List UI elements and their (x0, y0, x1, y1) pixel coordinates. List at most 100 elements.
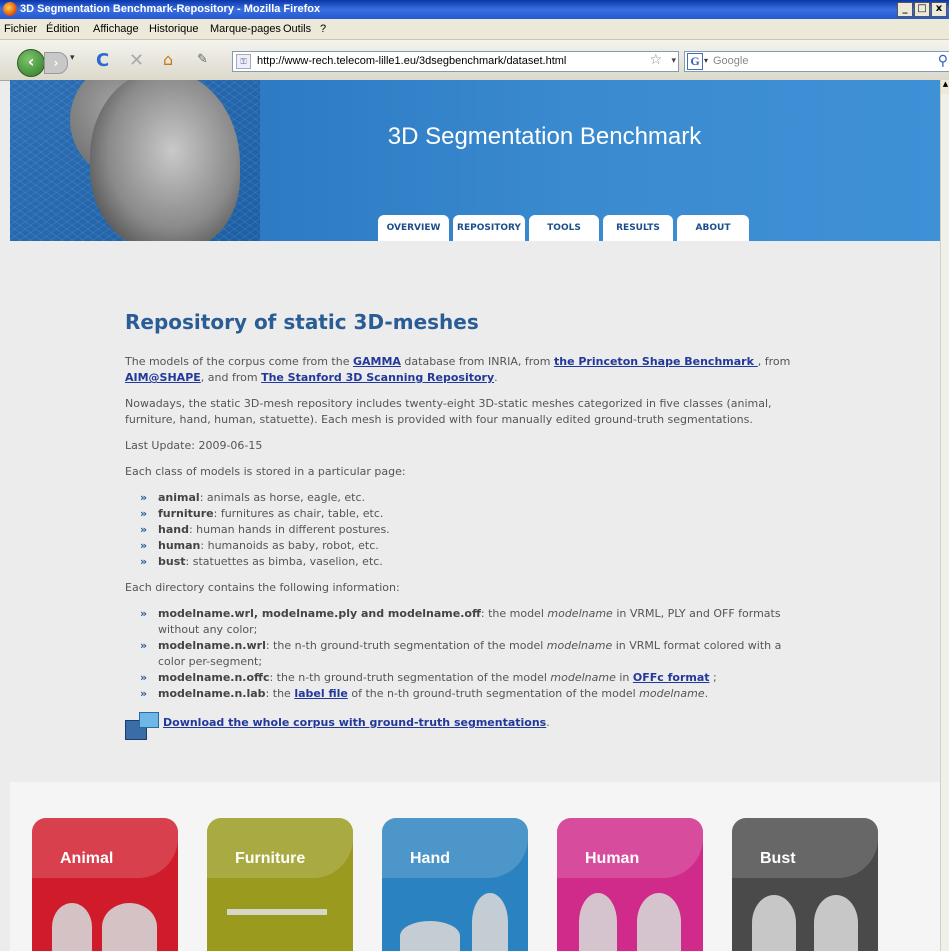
search-input[interactable]: Google (713, 55, 748, 67)
bunny-figure (52, 903, 92, 951)
card-hand[interactable]: Hand (382, 818, 528, 951)
item-italic: modelname (547, 607, 613, 620)
forward-button[interactable]: › (44, 52, 68, 74)
class-desc: : human hands in different postures. (188, 523, 390, 536)
menu-edition[interactable]: Édition (46, 23, 80, 35)
minimize-button[interactable]: _ (897, 2, 913, 17)
file-name: modelname.wrl, modelname.ply and modelna… (158, 607, 481, 620)
address-bar[interactable]: ⚿ http://www-rech.telecom-lille1.eu/3dse… (232, 51, 679, 72)
tab-about[interactable]: ABOUT (677, 215, 749, 241)
card-label: Hand (410, 850, 450, 867)
url-dropdown-icon[interactable]: ▾ (671, 56, 676, 66)
card-furniture[interactable]: Furniture (207, 818, 353, 951)
download-icon[interactable] (125, 712, 159, 740)
maximize-button[interactable]: □ (914, 2, 930, 17)
site-identity-icon[interactable]: ⚿ (236, 54, 251, 69)
class-name: hand (158, 523, 189, 536)
intro-text: , from (757, 355, 791, 368)
bullet-icon: » (140, 539, 148, 552)
card-highlight (382, 818, 528, 878)
download-row: Download the whole corpus with ground-tr… (125, 712, 805, 740)
page-title: Repository of static 3D-meshes (125, 310, 479, 334)
tab-overview[interactable]: OVERVIEW (378, 215, 449, 241)
bullet-icon: » (140, 555, 148, 568)
search-engine-dropdown-icon[interactable]: ▾ (704, 56, 708, 65)
history-dropdown-icon[interactable]: ▾ (70, 53, 75, 63)
bookmark-icon[interactable]: ✎ (197, 52, 208, 67)
scroll-up-icon[interactable]: ▲ (941, 80, 949, 94)
bullet-icon: » (140, 639, 148, 652)
list-item: » modelname.wrl, modelname.ply and modeln… (140, 606, 805, 638)
list-item: » bust: statuettes as bimba, vaselion, et… (140, 554, 805, 570)
menu-marque-pages[interactable]: Marque-pages (210, 23, 281, 35)
card-highlight (32, 818, 178, 878)
file-name: modelname.n.wrl (158, 639, 266, 652)
class-desc: : statuettes as bimba, vaselion, etc. (185, 555, 383, 568)
intro-text: The models of the corpus come from the (125, 355, 353, 368)
star-icon[interactable]: ☆ (649, 52, 662, 68)
label-file-link[interactable]: label file (294, 687, 348, 700)
item-italic: modelname (639, 687, 705, 700)
gamma-link[interactable]: GAMMA (353, 355, 401, 368)
menu-affichage[interactable]: Affichage (93, 23, 139, 35)
close-button[interactable]: x (931, 2, 947, 17)
class-desc: : animals as horse, eagle, etc. (199, 491, 366, 504)
download-corpus-link[interactable]: Download the whole corpus with ground-tr… (163, 716, 546, 729)
stop-button[interactable]: ✕ (129, 50, 144, 71)
list-item: » furniture: furnitures as chair, table, … (140, 506, 805, 522)
bullet-icon: » (140, 491, 148, 504)
window-titlebar: 3D Segmentation Benchmark-Repository - M… (0, 0, 949, 19)
card-label: Animal (60, 850, 114, 867)
item-text: ; (709, 671, 717, 684)
card-highlight (732, 818, 878, 878)
princeton-link[interactable]: the Princeton Shape Benchmark (554, 355, 758, 368)
classes-list: » animal: animals as horse, eagle, etc. »… (125, 490, 805, 570)
stanford-link[interactable]: The Stanford 3D Scanning Repository (261, 371, 494, 384)
reload-button[interactable]: C (96, 50, 109, 71)
site-banner: 3D Segmentation Benchmark OVERVIEW REPOS… (10, 80, 949, 241)
menu-historique[interactable]: Historique (149, 23, 199, 35)
home-button[interactable]: ⌂ (163, 50, 173, 69)
item-text: . (704, 687, 709, 700)
vertical-scrollbar[interactable]: ▲ (940, 80, 949, 951)
tab-repository[interactable]: REPOSITORY (453, 215, 525, 241)
aimshape-link[interactable]: AIM@SHAPE (125, 371, 201, 384)
tab-results[interactable]: RESULTS (603, 215, 673, 241)
url-text[interactable]: http://www-rech.telecom-lille1.eu/3dsegb… (257, 55, 566, 67)
file-name: modelname.n.lab (158, 687, 266, 700)
item-italic: modelname (546, 639, 613, 652)
card-bust[interactable]: Bust (732, 818, 878, 951)
offc-format-link[interactable]: OFFc format (633, 671, 710, 684)
intro-paragraph: The models of the corpus come from the G… (125, 354, 805, 386)
file-name: modelname.n.offc (158, 671, 270, 684)
search-icon[interactable]: ⚲ (938, 53, 948, 69)
item-text: : the (265, 687, 295, 700)
bullet-icon: » (140, 523, 148, 536)
bullet-icon: » (140, 507, 148, 520)
class-name: animal (158, 491, 200, 504)
class-name: furniture (158, 507, 214, 520)
menu-outils[interactable]: Outils (283, 23, 311, 35)
item-text: : the model (480, 607, 548, 620)
intro-text: . (494, 371, 498, 384)
item-italic: modelname (550, 671, 616, 684)
list-item: » human: humanoids as baby, robot, etc. (140, 538, 805, 554)
menu-bar: Fichier Édition Affichage Historique Mar… (0, 19, 949, 40)
directory-list: » modelname.wrl, modelname.ply and modeln… (125, 606, 805, 702)
search-bar[interactable]: G ▾ Google ⚲ (684, 51, 949, 72)
card-animal[interactable]: Animal (32, 818, 178, 951)
card-human[interactable]: Human (557, 818, 703, 951)
list-item: » hand: human hands in different postures… (140, 522, 805, 538)
tab-tools[interactable]: TOOLS (529, 215, 599, 241)
site-title: 3D Segmentation Benchmark (387, 123, 702, 150)
google-icon[interactable]: G (687, 53, 703, 70)
bullet-icon: » (140, 671, 148, 684)
menu-fichier[interactable]: Fichier (4, 23, 37, 35)
navigation-toolbar: ‹ › ▾ C ✕ ⌂ ✎ ⚿ http://www-rech.telecom-… (0, 40, 949, 81)
back-button[interactable]: ‹ (17, 49, 45, 77)
download-tail: . (546, 716, 550, 729)
menu-help[interactable]: ? (320, 23, 326, 35)
class-cards-section: Animal Furniture Hand Human Bust (10, 782, 949, 951)
firefox-icon (3, 2, 17, 16)
card-label: Bust (760, 850, 796, 867)
